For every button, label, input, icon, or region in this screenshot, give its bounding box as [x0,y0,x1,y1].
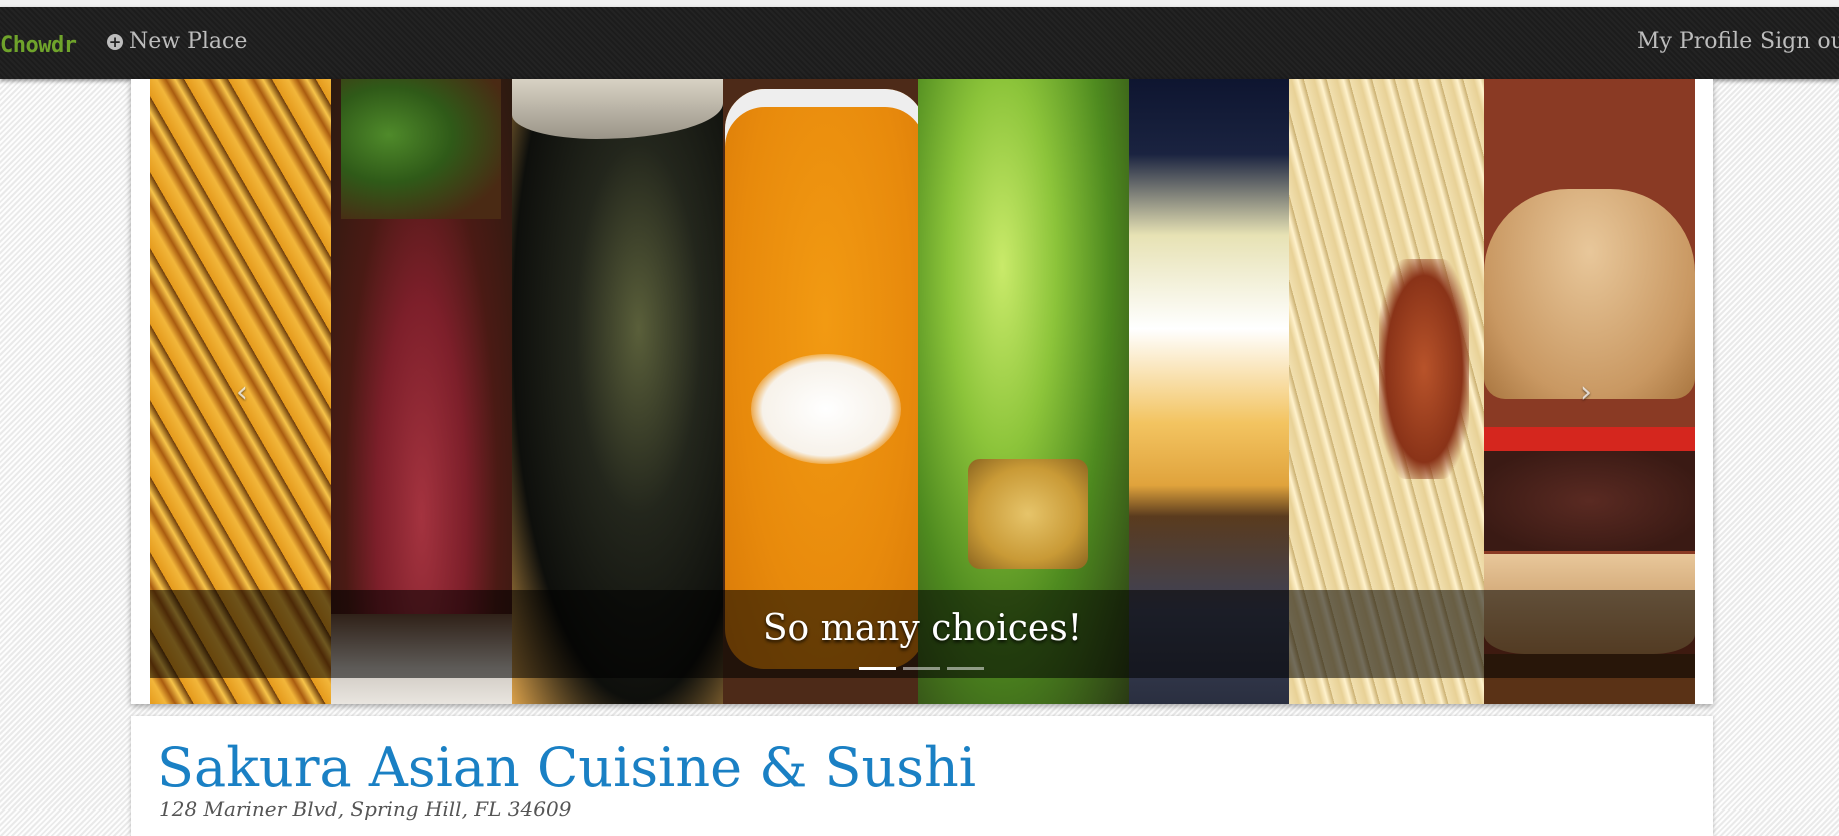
burger-bun-top [1484,189,1695,399]
salad-crouton [968,459,1088,569]
place-address: 128 Mariner Blvd, Spring Hill, FL 34609 [159,797,572,821]
carousel-caption: So many choices! [762,608,1083,649]
soup-cream [751,354,901,464]
new-place-link[interactable]: + New Place [107,29,247,54]
brand-logo[interactable]: Chowdr [0,33,77,58]
burger-patty [1484,451,1695,551]
carousel-indicator[interactable] [947,667,984,670]
steak-greens [341,79,501,219]
new-place-label: New Place [129,29,248,54]
sign-out-link[interactable]: Sign out [1760,29,1839,54]
navbar: Chowdr + New Place My Profile Sign out [0,7,1839,79]
pasta-bacon [1379,259,1469,479]
chevron-left-icon[interactable]: ‹ [236,375,248,410]
top-strip [0,0,1839,7]
mussels-plate-rim [512,79,723,139]
carousel-indicators [859,667,984,670]
carousel-indicator[interactable] [903,667,940,670]
carousel-indicator[interactable] [859,667,896,670]
plus-circle-icon: + [107,32,123,51]
place-title: Sakura Asian Cuisine & Sushi [157,736,976,799]
my-profile-link[interactable]: My Profile [1637,29,1752,54]
chevron-right-icon[interactable]: › [1580,375,1592,410]
